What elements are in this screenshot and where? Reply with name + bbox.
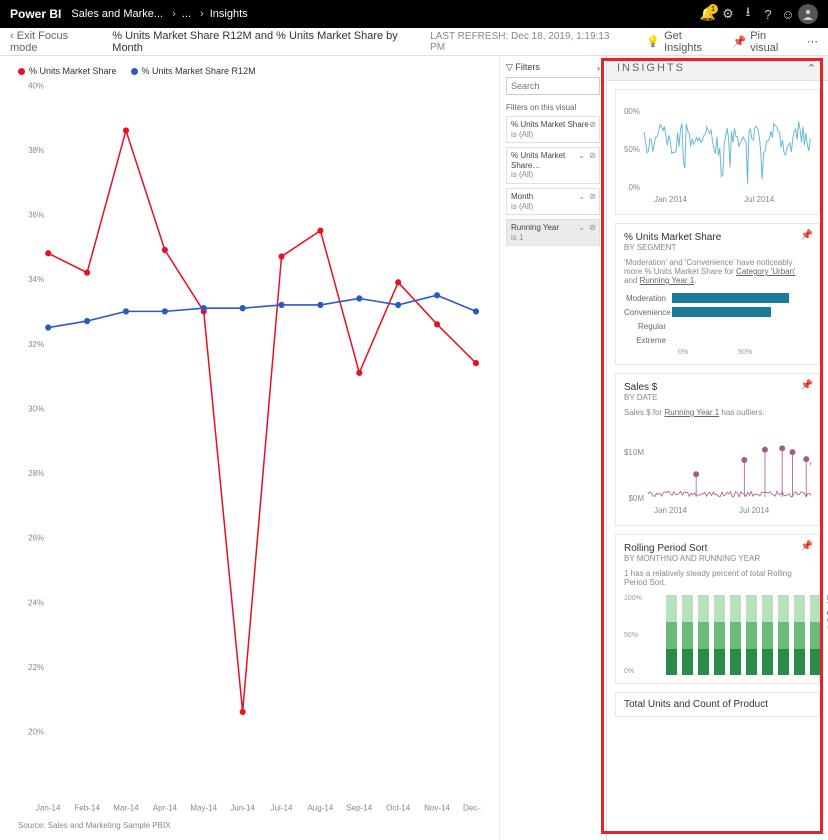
filters-search-input[interactable] [506, 77, 600, 95]
filter-card[interactable]: Monthis (All)⌄⊘ [506, 188, 600, 215]
svg-text:38%: 38% [28, 146, 45, 155]
svg-text:Feb-14: Feb-14 [74, 804, 100, 813]
insight-subtitle: BY SEGMENT [624, 243, 811, 252]
svg-text:30%: 30% [28, 404, 45, 413]
insight-description: 'Moderation' and 'Convenience' have noti… [624, 258, 811, 285]
insight-title: Total Units and Count of Product [624, 699, 811, 710]
svg-text:20%: 20% [28, 727, 45, 736]
insight-description: Sales $ for Running Year 1 has outliers. [624, 408, 811, 417]
svg-text:Aug-14: Aug-14 [307, 804, 333, 813]
svg-text:50%: 50% [624, 145, 640, 154]
svg-text:$10M: $10M [624, 448, 644, 457]
main-content: % Units Market Share % Units Market Shar… [0, 56, 828, 840]
svg-text:Jul-14: Jul-14 [271, 804, 293, 813]
collapse-icon[interactable]: ⌃ [807, 62, 818, 75]
svg-text:0%: 0% [628, 183, 640, 192]
bar-row: Moderation [624, 293, 811, 303]
svg-text:$0M: $0M [628, 494, 644, 503]
breadcrumb-item[interactable]: Insights [210, 8, 248, 20]
chart-source: Source: Sales and Marketing Sample PBIX [18, 821, 481, 830]
help-icon[interactable]: ? [758, 4, 778, 24]
notification-badge: 1 [708, 4, 718, 14]
insight-card-sales[interactable]: 📌 Sales $ BY DATE Sales $ for Running Ye… [615, 373, 820, 526]
svg-text:Oct-14: Oct-14 [386, 804, 411, 813]
pin-icon[interactable]: 📌 [801, 230, 813, 241]
svg-text:Mar-14: Mar-14 [113, 804, 139, 813]
insight-title: Sales $ [624, 382, 811, 393]
legend-item[interactable]: % Units Market Share [18, 66, 117, 76]
insight-title: Rolling Period Sort [624, 543, 811, 554]
insight-subtitle: BY MONTHNO AND RUNNING YEAR [624, 554, 811, 563]
svg-text:Jan 2014: Jan 2014 [654, 195, 687, 204]
bar-row: Regular [624, 321, 811, 331]
svg-text:100%: 100% [624, 107, 640, 116]
pin-icon[interactable]: 📌 [801, 541, 813, 552]
svg-text:Jul 2014: Jul 2014 [739, 506, 770, 515]
visual-title: % Units Market Share R12M and % Units Ma… [112, 30, 430, 54]
stacked-bar-chart [646, 595, 821, 675]
svg-text:Jan 2014: Jan 2014 [654, 506, 687, 515]
svg-text:22%: 22% [28, 663, 45, 672]
app-header: Power BI Sales and Marke... › ... › Insi… [0, 0, 828, 28]
bar-row: Extreme [624, 335, 811, 345]
svg-text:34%: 34% [28, 275, 45, 284]
insight-card-teaser[interactable]: 100% 50% 0% Jan 2014 Jul 2014 [615, 89, 820, 215]
filter-card[interactable]: Running Yearis 1⌄⊘ [506, 219, 600, 246]
pin-visual-button[interactable]: 📌 Pin visual [732, 30, 797, 54]
insight-description: 1 has a relatively steady percent of tot… [624, 569, 811, 587]
get-insights-button[interactable]: 💡 Get Insights [646, 30, 722, 54]
svg-text:Apr-14: Apr-14 [153, 804, 178, 813]
breadcrumb-item[interactable]: ... [182, 8, 191, 20]
filters-section-label: Filters on this visual [506, 103, 600, 112]
svg-text:Jul 2014: Jul 2014 [744, 195, 775, 204]
svg-text:40%: 40% [28, 81, 45, 90]
notifications-icon[interactable]: 🔔1 [698, 4, 718, 24]
svg-text:Jan-14: Jan-14 [36, 804, 61, 813]
insights-header[interactable]: INSIGHTS⌃ [607, 56, 828, 81]
svg-text:Jun-14: Jun-14 [230, 804, 255, 813]
svg-text:Sep-14: Sep-14 [346, 804, 372, 813]
chart-legend: % Units Market Share % Units Market Shar… [18, 66, 481, 76]
exit-focus-button[interactable]: ‹ Exit Focus mode [10, 30, 98, 54]
bar-axis: 0%50% [624, 349, 811, 356]
insight-title: % Units Market Share [624, 232, 811, 243]
svg-text:May-14: May-14 [190, 804, 217, 813]
insights-pane: INSIGHTS⌃ 100% 50% 0% Jan 2014 Jul 2014 📌 % … [606, 56, 828, 840]
bar-row: Convenience [624, 307, 811, 317]
insight-card-segment[interactable]: 📌 % Units Market Share BY SEGMENT 'Moder… [615, 223, 820, 365]
svg-text:28%: 28% [28, 469, 45, 478]
filters-pane: ▽ Filters› Filters on this visual % Unit… [499, 56, 606, 840]
line-chart[interactable]: 20% 22% 24% 26% 28% 30% 32% 34% 36% 38% 40% Jan-14 F… [18, 80, 481, 817]
pin-icon[interactable]: 📌 [801, 380, 813, 391]
svg-text:Dec-14: Dec-14 [463, 804, 481, 813]
filters-header[interactable]: ▽ Filters› [506, 62, 600, 73]
last-refresh-label: LAST REFRESH: Dec 18, 2019, 1:19:13 PM [430, 31, 626, 53]
download-icon[interactable]: ⭳ [738, 4, 758, 24]
breadcrumb: Sales and Marke... › ... › Insights [71, 8, 247, 20]
svg-text:26%: 26% [28, 534, 45, 543]
svg-text:36%: 36% [28, 210, 45, 219]
svg-text:32%: 32% [28, 340, 45, 349]
avatar[interactable] [798, 4, 818, 24]
visual-toolbar: ‹ Exit Focus mode % Units Market Share R… [0, 28, 828, 56]
svg-text:24%: 24% [28, 598, 45, 607]
settings-icon[interactable]: ⚙ [718, 4, 738, 24]
feedback-icon[interactable]: ☺ [778, 4, 798, 24]
insight-card-rolling[interactable]: 📌 Rolling Period Sort BY MONTHNO AND RUN… [615, 534, 820, 684]
brand-label: Power BI [10, 7, 61, 21]
insight-card-footer[interactable]: Total Units and Count of Product [615, 692, 820, 717]
breadcrumb-item[interactable]: Sales and Marke... [71, 8, 163, 20]
expand-icon[interactable]: › [597, 63, 600, 73]
filter-card[interactable]: % Units Market Share…is (All)⌄⊘ [506, 147, 600, 184]
svg-text:Nov-14: Nov-14 [424, 804, 450, 813]
more-options-button[interactable]: ⋯ [807, 35, 818, 48]
insight-subtitle: BY DATE [624, 393, 811, 402]
chart-area: % Units Market Share % Units Market Shar… [0, 56, 499, 840]
filter-card[interactable]: % Units Market Shareis (All)⌄⊘ [506, 116, 600, 143]
legend-item[interactable]: % Units Market Share R12M [131, 66, 256, 76]
